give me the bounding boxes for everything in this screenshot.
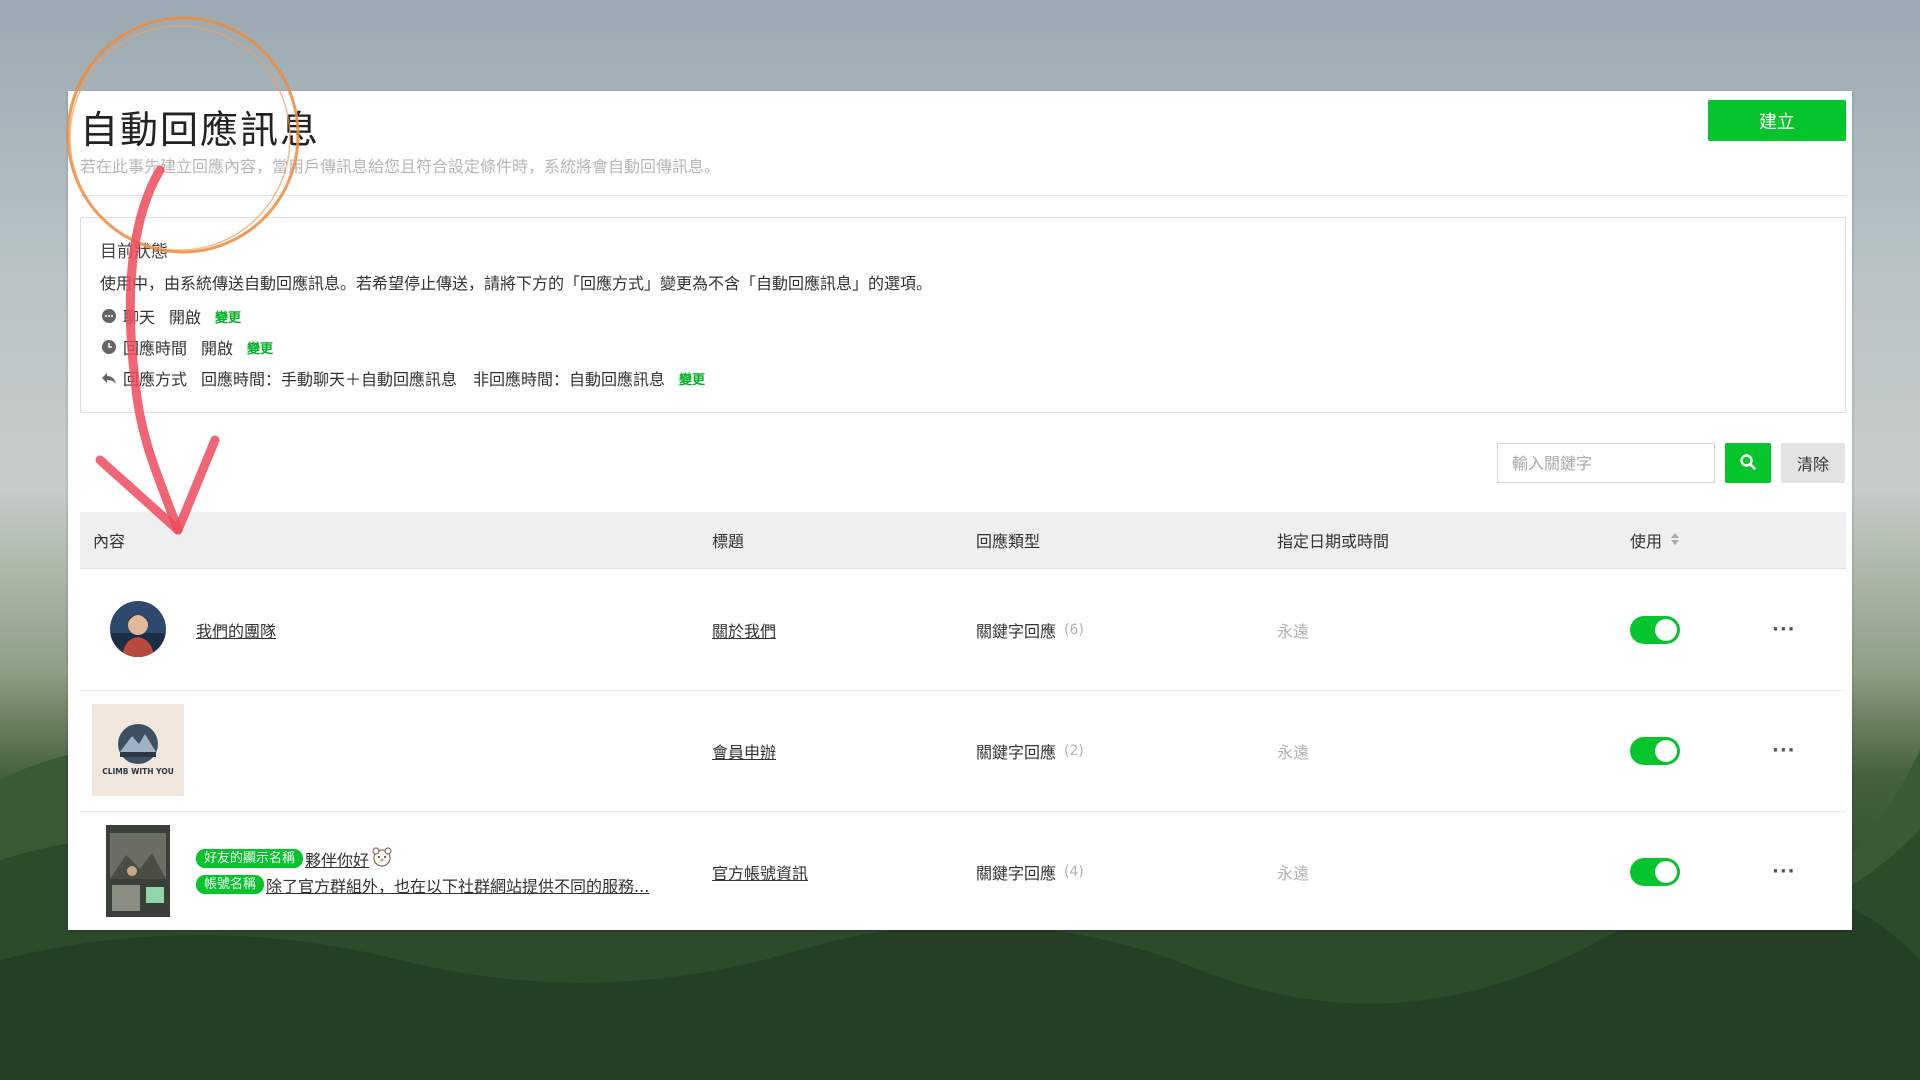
status-title: 目前狀態 <box>100 242 168 262</box>
status-row-chat: 聊天 開啟 變更 <box>100 305 241 327</box>
clock-icon <box>100 339 117 356</box>
table-row[interactable]: 好友的顯示名稱 夥伴你好 帳號名稱 除了官方群組外，也在以下社群網站提供不同的服… <box>80 811 1846 932</box>
schedule-value: 永遠 <box>1277 863 1310 883</box>
more-options-icon[interactable]: ··· <box>1772 690 1796 811</box>
change-response-mode-link[interactable]: 變更 <box>679 369 705 388</box>
content-text[interactable]: 我們的團隊 <box>196 569 276 690</box>
response-type: 關鍵字回應 (2) <box>976 742 1084 762</box>
row-title-link[interactable]: 官方帳號資訊 <box>712 811 808 932</box>
table-row[interactable]: CLIMB WITH YOU 會員申辦 關鍵字回應 (2) 永遠 ··· <box>80 690 1846 812</box>
enabled-toggle[interactable] <box>1630 811 1680 932</box>
column-header-enabled-label: 使用 <box>1630 532 1663 551</box>
search-icon <box>1739 453 1757 474</box>
change-response-time-link[interactable]: 變更 <box>247 338 273 357</box>
account-name-tag: 帳號名稱 <box>196 875 265 894</box>
reply-arrow-icon <box>100 370 117 387</box>
keyword-search-input[interactable] <box>1497 443 1715 483</box>
more-options-icon[interactable]: ··· <box>1772 569 1796 690</box>
row-title-link[interactable]: 會員申辦 <box>712 690 776 811</box>
keyword-count: (6) <box>1064 621 1084 638</box>
display-name-tag: 好友的顯示名稱 <box>196 849 304 868</box>
table-row[interactable]: 我們的團隊 關於我們 關鍵字回應 (6) 永遠 ··· <box>80 569 1846 691</box>
status-label-chat: 聊天 <box>123 308 156 327</box>
schedule-value: 永遠 <box>1277 742 1310 762</box>
status-box: 目前狀態 使用中，由系統傳送自動回應訊息。若希望停止傳送，請將下方的「回應方式」… <box>80 217 1846 413</box>
more-options-icon[interactable]: ··· <box>1772 811 1796 932</box>
column-header-title: 標題 <box>712 532 745 551</box>
message-line-2: 帳號名稱 除了官方群組外，也在以下社群網站提供不同的服務... <box>196 872 649 898</box>
enabled-toggle[interactable] <box>1630 569 1680 690</box>
bear-emoji-icon <box>371 846 393 872</box>
page-subtitle: 若在此事先建立回應內容，當用戶傳訊息給您且符合設定條件時，系統將會自動回傳訊息。 <box>80 157 721 176</box>
column-header-content: 內容 <box>93 532 126 551</box>
status-value-response-mode: 回應時間：手動聊天＋自動回應訊息 非回應時間：自動回應訊息 <box>201 370 666 389</box>
row-title-link[interactable]: 關於我們 <box>712 569 776 690</box>
image-caption: CLIMB WITH YOU <box>102 767 174 776</box>
sort-icon[interactable] <box>1670 531 1680 550</box>
avatar <box>110 601 166 661</box>
status-value-response-time: 開啟 <box>201 339 234 358</box>
climb-with-you-image: CLIMB WITH YOU <box>92 704 184 800</box>
keyword-count: (2) <box>1064 742 1084 759</box>
schedule-value: 永遠 <box>1277 621 1310 641</box>
search-button[interactable] <box>1725 443 1771 483</box>
create-button[interactable]: 建立 <box>1708 100 1846 141</box>
status-row-response-time: 回應時間 開啟 變更 <box>100 336 273 358</box>
status-description: 使用中，由系統傳送自動回應訊息。若希望停止傳送，請將下方的「回應方式」變更為不含… <box>100 274 933 293</box>
response-type: 關鍵字回應 (6) <box>976 621 1084 641</box>
column-header-enabled[interactable]: 使用 <box>1630 512 1680 568</box>
column-header-type: 回應類型 <box>976 532 1041 551</box>
change-chat-link[interactable]: 變更 <box>215 307 241 326</box>
status-label-response-time: 回應時間 <box>123 339 188 358</box>
auto-reply-panel: 自動回應訊息 若在此事先建立回應內容，當用戶傳訊息給您且符合設定條件時，系統將會… <box>68 91 1852 930</box>
column-header-schedule: 指定日期或時間 <box>1277 532 1390 551</box>
response-type: 關鍵字回應 (4) <box>976 863 1084 883</box>
keyword-count: (4) <box>1064 863 1084 880</box>
status-value-chat: 開啟 <box>169 308 202 327</box>
chat-bubble-icon <box>100 308 117 325</box>
enabled-toggle[interactable] <box>1630 690 1680 811</box>
content-message[interactable]: 好友的顯示名稱 夥伴你好 帳號名稱 除了官方群組外，也在以下社群網站提供不同的服… <box>196 811 649 932</box>
page-title: 自動回應訊息 <box>80 108 321 152</box>
header-divider <box>80 195 1846 196</box>
table-header: 內容 標題 回應類型 指定日期或時間 使用 <box>80 512 1846 569</box>
poster-image <box>106 825 170 921</box>
message-line-1: 好友的顯示名稱 夥伴你好 <box>196 846 393 872</box>
clear-button[interactable]: 清除 <box>1781 443 1845 483</box>
status-row-response-mode: 回應方式 回應時間：手動聊天＋自動回應訊息 非回應時間：自動回應訊息 變更 <box>100 367 705 389</box>
status-label-response-mode: 回應方式 <box>123 370 188 389</box>
